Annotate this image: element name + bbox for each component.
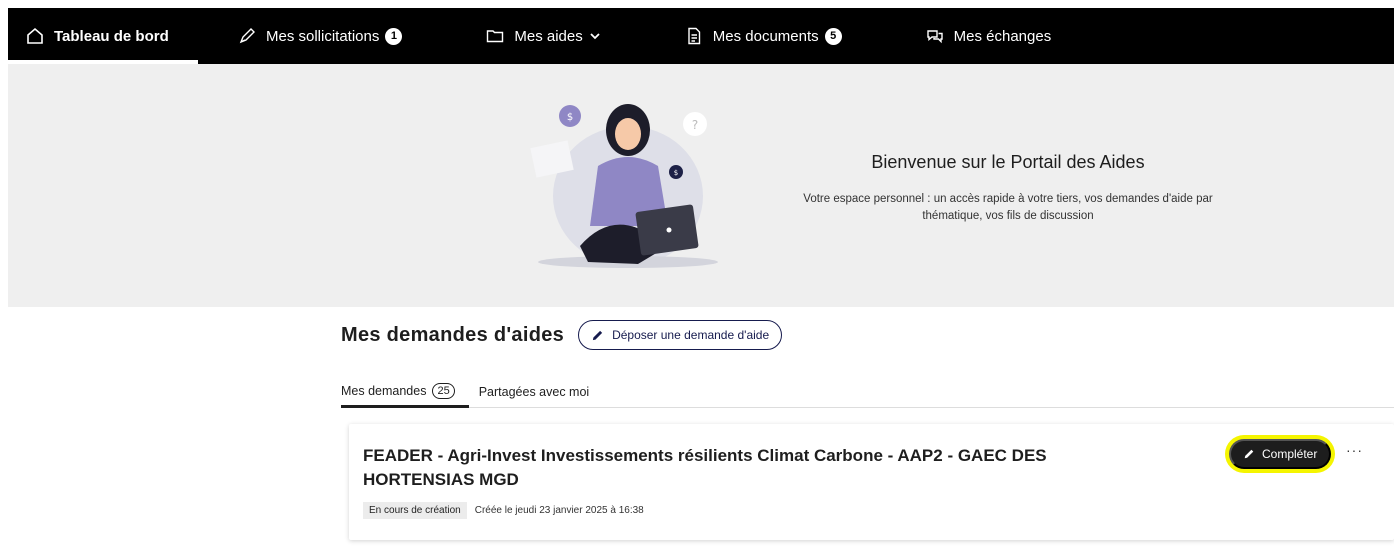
nav-label: Mes sollicitations xyxy=(266,27,380,45)
welcome-text: Bienvenue sur le Portail des Aides Votre… xyxy=(778,152,1238,225)
requests-count: 25 xyxy=(432,382,455,399)
nav-label: Tableau de bord xyxy=(54,27,169,45)
tab-partagees-avec-moi[interactable]: Partagées avec moi xyxy=(469,376,603,408)
welcome-title: Bienvenue sur le Portail des Aides xyxy=(871,152,1145,172)
top-strip xyxy=(0,0,1394,8)
nav-mes-echanges[interactable]: Mes échanges xyxy=(912,8,1066,64)
welcome-illustration: $ ? $ xyxy=(530,104,718,268)
section-header: Mes demandes d'aides Déposer une demande… xyxy=(341,320,1394,350)
nav-label: Mes documents xyxy=(712,27,819,45)
deposit-request-label: Déposer une demande d'aide xyxy=(612,328,770,342)
svg-text:?: ? xyxy=(692,118,698,132)
more-options-button[interactable]: ··· xyxy=(1346,442,1363,458)
pen-icon xyxy=(238,27,256,45)
pencil-icon xyxy=(1244,449,1254,459)
nav-mes-aides[interactable]: Mes aides xyxy=(472,8,614,64)
nav-label: Mes échanges xyxy=(953,27,1052,45)
request-card: FEADER - Agri-Invest Investissements rés… xyxy=(349,424,1394,540)
nav-mes-sollicitations[interactable]: Mes sollicitations 1 xyxy=(224,8,416,64)
svg-text:$: $ xyxy=(567,112,573,123)
nav-label: Mes aides xyxy=(514,27,583,45)
folder-icon xyxy=(486,27,504,45)
aid-requests-section: Mes demandes d'aides Déposer une demande… xyxy=(341,320,1394,540)
tab-label: Mes demandes xyxy=(341,383,427,398)
request-title[interactable]: FEADER - Agri-Invest Investissements rés… xyxy=(363,444,1123,492)
welcome-subtitle: Votre espace personnel : un accès rapide… xyxy=(803,193,1213,222)
requests-tabs: Mes demandes 25 Partagées avec moi xyxy=(341,376,1394,408)
svg-text:$: $ xyxy=(674,169,678,177)
section-title: Mes demandes d'aides xyxy=(341,323,565,346)
home-icon xyxy=(26,27,44,45)
pencil-icon xyxy=(592,330,603,340)
created-date: Créée le jeudi 23 janvier 2025 à 16:38 xyxy=(474,505,644,516)
welcome-banner: $ ? $ Bienvenue sur le Portail des Aides… xyxy=(8,64,1394,307)
tab-label: Partagées avec moi xyxy=(478,385,590,399)
chevron-down-icon xyxy=(590,33,600,40)
sollicitations-badge: 1 xyxy=(385,27,403,45)
complete-button[interactable]: Compléter xyxy=(1229,439,1332,469)
nav-tableau-de-bord[interactable]: Tableau de bord xyxy=(8,8,198,64)
request-meta: En cours de création Créée le jeudi 23 j… xyxy=(363,502,644,519)
complete-label: Compléter xyxy=(1262,447,1318,461)
documents-badge: 5 xyxy=(824,27,842,45)
status-badge: En cours de création xyxy=(363,502,467,519)
main-navbar: Tableau de bord Mes sollicitations 1 Mes… xyxy=(8,8,1394,64)
nav-mes-documents[interactable]: Mes documents 5 xyxy=(671,8,856,64)
tab-mes-demandes[interactable]: Mes demandes 25 xyxy=(341,376,469,408)
deposit-request-button[interactable]: Déposer une demande d'aide xyxy=(578,320,783,350)
document-icon xyxy=(685,27,703,45)
chat-icon xyxy=(926,27,944,45)
